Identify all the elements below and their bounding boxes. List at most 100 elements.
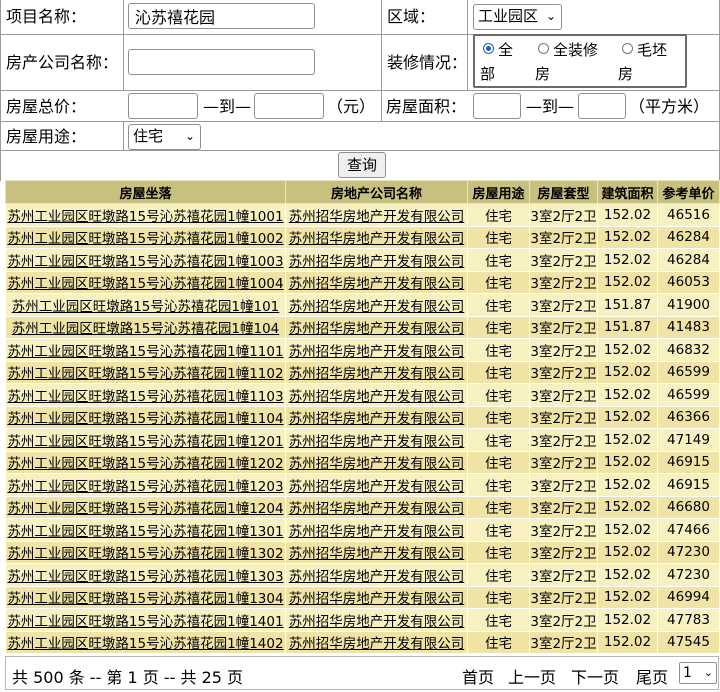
cell-price: 46915: [657, 473, 720, 497]
cell-location[interactable]: 苏州工业园区旺墩路15号沁苏禧花园1幢1303: [5, 563, 286, 587]
cell-location[interactable]: 苏州工业园区旺墩路15号沁苏禧花园1幢1401: [5, 608, 286, 632]
col-header-location: 房屋坐落: [5, 180, 286, 204]
price-max-input[interactable]: [254, 93, 324, 119]
cell-area: 152.02: [597, 563, 658, 587]
cell-price: 46053: [657, 270, 720, 294]
cell-price: 41483: [657, 315, 720, 339]
cell-location[interactable]: 苏州工业园区旺墩路15号沁苏禧花园1幢1103: [5, 383, 286, 407]
cell-location[interactable]: 苏州工业园区旺墩路15号沁苏禧花园1幢1001: [5, 203, 286, 227]
region-select[interactable]: 工业园区 ⌄: [473, 4, 562, 30]
area-min-input[interactable]: [473, 93, 521, 119]
form-row-usage: 房屋用途： 住宅 ⌄: [0, 121, 720, 151]
cell-company[interactable]: 苏州招华房地产开发有限公司: [285, 450, 468, 474]
results-table: 房屋坐落 房地产公司名称 房屋用途 房屋套型 建筑面积 参考单价 苏州工业园区旺…: [5, 180, 720, 654]
cell-area: 152.02: [597, 270, 658, 294]
project-name-input[interactable]: [128, 3, 315, 29]
cell-company[interactable]: 苏州招华房地产开发有限公司: [285, 428, 468, 452]
cell-company[interactable]: 苏州招华房地产开发有限公司: [285, 338, 468, 362]
cell-area: 152.02: [597, 585, 658, 609]
table-row: 苏州工业园区旺墩路15号沁苏禧花园1幢1402 苏州招华房地产开发有限公司 住宅 3室…: [5, 630, 720, 654]
table-row: 苏州工业园区旺墩路15号沁苏禧花园1幢1301 苏州招华房地产开发有限公司 住宅 3室…: [5, 518, 720, 542]
company-input[interactable]: [128, 49, 315, 75]
radio-unchecked-icon: [622, 43, 633, 54]
cell-company[interactable]: 苏州招华房地产开发有限公司: [285, 585, 468, 609]
cell-company[interactable]: 苏州招华房地产开发有限公司: [285, 495, 468, 519]
cell-location[interactable]: 苏州工业园区旺墩路15号沁苏禧花园1幢1102: [5, 360, 286, 384]
cell-area: 151.87: [597, 315, 658, 339]
cell-location[interactable]: 苏州工业园区旺墩路15号沁苏禧花园1幢1402: [5, 630, 286, 654]
col-header-price: 参考单价: [657, 180, 720, 204]
query-button[interactable]: 查询: [338, 152, 386, 178]
next-page-link[interactable]: 下一页: [571, 664, 619, 688]
cell-company[interactable]: 苏州招华房地产开发有限公司: [285, 518, 468, 542]
last-page-link[interactable]: 尾页: [636, 664, 668, 688]
cell-price: 46994: [657, 585, 720, 609]
decoration-label: 装修情况：: [387, 53, 468, 72]
cell-company[interactable]: 苏州招华房地产开发有限公司: [285, 360, 468, 384]
cell-price: 47230: [657, 540, 720, 564]
cell-company[interactable]: 苏州招华房地产开发有限公司: [285, 225, 468, 249]
cell-price: 41900: [657, 293, 720, 317]
cell-company[interactable]: 苏州招华房地产开发有限公司: [285, 248, 468, 272]
cell-location[interactable]: 苏州工业园区旺墩路15号沁苏禧花园1幢1203: [5, 473, 286, 497]
price-min-input[interactable]: [128, 93, 198, 119]
cell-price: 46284: [657, 248, 720, 272]
cell-usage: 住宅: [467, 270, 530, 294]
cell-location[interactable]: 苏州工业园区旺墩路15号沁苏禧花园1幢101: [5, 293, 286, 317]
cell-company[interactable]: 苏州招华房地产开发有限公司: [285, 405, 468, 429]
cell-location[interactable]: 苏州工业园区旺墩路15号沁苏禧花园1幢1101: [5, 338, 286, 362]
cell-company[interactable]: 苏州招华房地产开发有限公司: [285, 203, 468, 227]
cell-layout: 3室2厅2卫: [529, 405, 598, 429]
cell-layout: 3室2厅2卫: [529, 630, 598, 654]
cell-location[interactable]: 苏州工业园区旺墩路15号沁苏禧花园1幢1004: [5, 270, 286, 294]
radio-decoration-finished[interactable]: 全装修: [538, 37, 598, 63]
cell-location[interactable]: 苏州工业园区旺墩路15号沁苏禧花园1幢1304: [5, 585, 286, 609]
table-row: 苏州工业园区旺墩路15号沁苏禧花园1幢1001 苏州招华房地产开发有限公司 住宅 3室…: [5, 203, 720, 227]
cell-company[interactable]: 苏州招华房地产开发有限公司: [285, 473, 468, 497]
cell-layout: 3室2厅2卫: [529, 540, 598, 564]
cell-location[interactable]: 苏州工业园区旺墩路15号沁苏禧花园1幢1202: [5, 450, 286, 474]
cell-company[interactable]: 苏州招华房地产开发有限公司: [285, 630, 468, 654]
table-row: 苏州工业园区旺墩路15号沁苏禧花园1幢1002 苏州招华房地产开发有限公司 住宅 3室…: [5, 225, 720, 249]
radio-decoration-all[interactable]: 全: [483, 37, 513, 63]
cell-company[interactable]: 苏州招华房地产开发有限公司: [285, 563, 468, 587]
cell-location[interactable]: 苏州工业园区旺墩路15号沁苏禧花园1幢1104: [5, 405, 286, 429]
region-label: 区域：: [387, 7, 436, 26]
cell-area: 152.02: [597, 518, 658, 542]
cell-location[interactable]: 苏州工业园区旺墩路15号沁苏禧花园1幢1003: [5, 248, 286, 272]
cell-company[interactable]: 苏州招华房地产开发有限公司: [285, 608, 468, 632]
cell-company[interactable]: 苏州招华房地产开发有限公司: [285, 270, 468, 294]
company-label: 房产公司名称：: [6, 53, 119, 72]
first-page-link[interactable]: 首页: [462, 664, 494, 688]
radio-unchecked-icon: [538, 43, 549, 54]
cell-layout: 3室2厅2卫: [529, 608, 598, 632]
page-select[interactable]: 1 ⌄: [679, 662, 717, 684]
cell-company[interactable]: 苏州招华房地产开发有限公司: [285, 315, 468, 339]
cell-price: 46284: [657, 225, 720, 249]
cell-location[interactable]: 苏州工业园区旺墩路15号沁苏禧花园1幢1301: [5, 518, 286, 542]
cell-location[interactable]: 苏州工业园区旺墩路15号沁苏禧花园1幢1302: [5, 540, 286, 564]
cell-area: 152.02: [597, 225, 658, 249]
cell-location[interactable]: 苏州工业园区旺墩路15号沁苏禧花园1幢1201: [5, 428, 286, 452]
cell-price: 47149: [657, 428, 720, 452]
cell-company[interactable]: 苏州招华房地产开发有限公司: [285, 540, 468, 564]
cell-layout: 3室2厅2卫: [529, 383, 598, 407]
col-header-company: 房地产公司名称: [285, 180, 468, 204]
cell-location[interactable]: 苏州工业园区旺墩路15号沁苏禧花园1幢1002: [5, 225, 286, 249]
cell-location[interactable]: 苏州工业园区旺墩路15号沁苏禧花园1幢1204: [5, 495, 286, 519]
cell-price: 47545: [657, 630, 720, 654]
usage-label: 房屋用途：: [6, 127, 87, 146]
usage-select-value: 住宅: [133, 127, 164, 145]
usage-select[interactable]: 住宅 ⌄: [128, 124, 201, 150]
table-row: 苏州工业园区旺墩路15号沁苏禧花园1幢1102 苏州招华房地产开发有限公司 住宅 3室…: [5, 360, 720, 384]
radio-decoration-rough[interactable]: 毛坯: [622, 37, 667, 63]
area-max-input[interactable]: [578, 93, 626, 119]
prev-page-link[interactable]: 上一页: [508, 664, 556, 688]
cell-area: 152.02: [597, 338, 658, 362]
cell-usage: 住宅: [467, 225, 530, 249]
cell-location[interactable]: 苏州工业园区旺墩路15号沁苏禧花园1幢104: [5, 315, 286, 339]
cell-company[interactable]: 苏州招华房地产开发有限公司: [285, 383, 468, 407]
cell-layout: 3室2厅2卫: [529, 248, 598, 272]
cell-company[interactable]: 苏州招华房地产开发有限公司: [285, 293, 468, 317]
area-unit: （平方米）: [629, 97, 710, 116]
